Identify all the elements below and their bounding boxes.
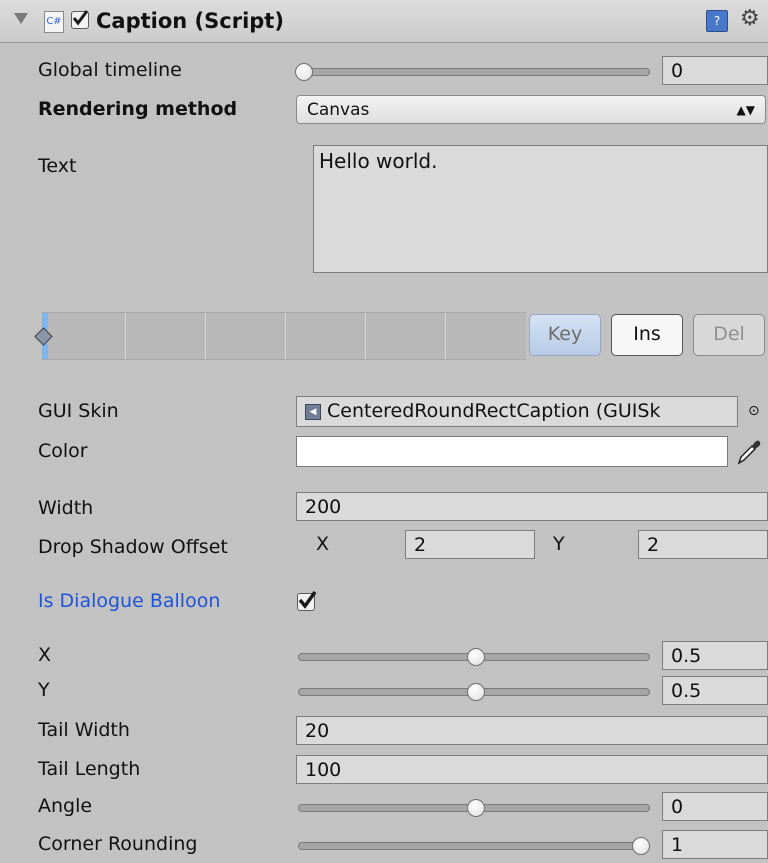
- timeline-tick: [445, 313, 446, 359]
- corner-rounding-label: Corner Rounding: [38, 833, 198, 855]
- drop-shadow-y-field[interactable]: 2: [638, 530, 768, 559]
- x-field[interactable]: 0.5: [662, 641, 768, 670]
- tail-width-field[interactable]: 20: [296, 716, 768, 745]
- help-book-icon[interactable]: ?: [706, 10, 728, 32]
- text-area[interactable]: Hello world.: [313, 145, 768, 273]
- inspector-panel: C# Caption (Script) ? ⚙ Global timeline …: [0, 0, 768, 863]
- component-title: Caption (Script): [96, 9, 284, 33]
- keyframe-timeline[interactable]: [34, 312, 526, 360]
- rendering-method-label: Rendering method: [38, 98, 238, 120]
- color-label: Color: [38, 440, 88, 462]
- drop-shadow-offset-label: Drop Shadow Offset: [38, 536, 228, 558]
- is-dialogue-balloon-label: Is Dialogue Balloon: [38, 590, 221, 612]
- eyedropper-icon[interactable]: [735, 436, 761, 471]
- rendering-method-dropdown[interactable]: Canvas ▲▼: [296, 95, 766, 124]
- corner-rounding-field[interactable]: 1: [662, 830, 768, 859]
- width-label: Width: [38, 497, 94, 519]
- del-button[interactable]: Del: [693, 314, 765, 356]
- width-field[interactable]: 200: [296, 492, 768, 521]
- angle-field[interactable]: 0: [662, 792, 768, 821]
- timeline-tick: [285, 313, 286, 359]
- y-slider-thumb[interactable]: [467, 683, 485, 701]
- timeline-tick: [205, 313, 206, 359]
- drop-shadow-x-label: X: [316, 533, 330, 555]
- tail-length-field[interactable]: 100: [296, 755, 768, 784]
- x-label: X: [38, 644, 52, 666]
- text-label: Text: [38, 155, 77, 177]
- object-picker-icon[interactable]: ⊙: [748, 398, 760, 424]
- key-button[interactable]: Key: [529, 314, 601, 356]
- dropdown-arrows-icon: ▲▼: [736, 103, 755, 117]
- x-slider-thumb[interactable]: [467, 648, 485, 666]
- global-timeline-field[interactable]: 0: [662, 56, 768, 85]
- keyframe-diamond-icon[interactable]: [34, 327, 53, 346]
- tail-length-label: Tail Length: [38, 758, 141, 780]
- guiskin-asset-icon: ◀: [305, 404, 321, 420]
- global-timeline-label: Global timeline: [38, 59, 182, 81]
- component-enabled-checkbox[interactable]: [71, 10, 89, 29]
- ins-button[interactable]: Ins: [611, 314, 683, 356]
- angle-label: Angle: [38, 795, 93, 817]
- y-label: Y: [38, 679, 50, 701]
- rendering-method-value: Canvas: [307, 100, 370, 120]
- gui-skin-object-field[interactable]: ◀ CenteredRoundRectCaption (GUISk: [296, 396, 738, 427]
- gui-skin-value: CenteredRoundRectCaption (GUISk: [327, 400, 661, 422]
- drop-shadow-y-label: Y: [553, 533, 565, 555]
- corner-rounding-slider-thumb[interactable]: [632, 837, 650, 855]
- drop-shadow-x-field[interactable]: 2: [405, 530, 535, 559]
- color-swatch[interactable]: [296, 436, 728, 467]
- gear-icon[interactable]: ⚙: [740, 4, 760, 34]
- corner-rounding-slider[interactable]: [298, 842, 650, 850]
- gui-skin-label: GUI Skin: [38, 400, 119, 422]
- timeline-tick: [365, 313, 366, 359]
- global-timeline-slider[interactable]: [298, 68, 650, 76]
- timeline-tick: [125, 313, 126, 359]
- global-timeline-slider-thumb[interactable]: [295, 63, 313, 81]
- component-header[interactable]: C# Caption (Script) ? ⚙: [0, 0, 768, 43]
- foldout-arrow-icon[interactable]: [14, 13, 28, 24]
- is-dialogue-balloon-checkbox[interactable]: [297, 590, 317, 611]
- y-field[interactable]: 0.5: [662, 676, 768, 705]
- csharp-script-icon: C#: [44, 11, 64, 33]
- tail-width-label: Tail Width: [38, 719, 130, 741]
- angle-slider-thumb[interactable]: [467, 799, 485, 817]
